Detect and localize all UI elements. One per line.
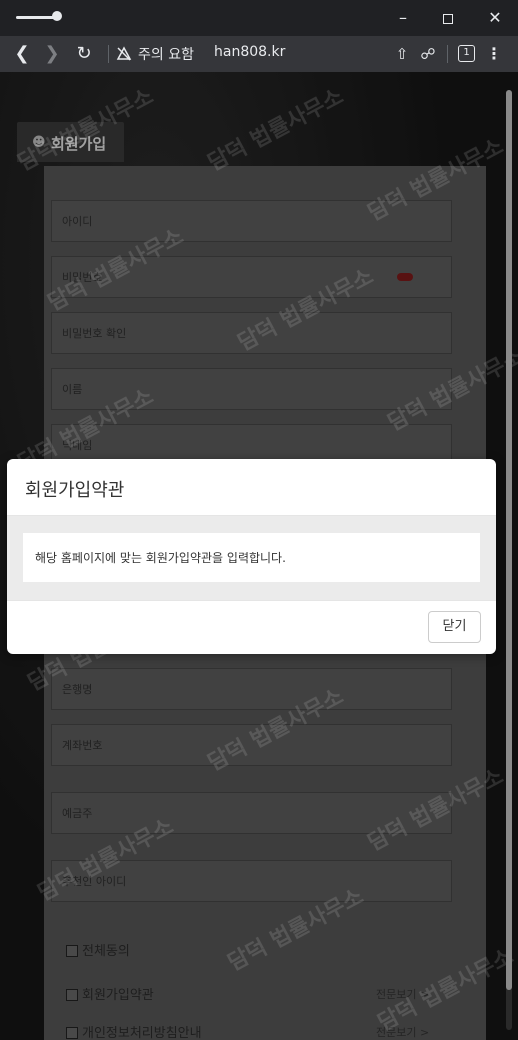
page-viewport: ☻ 회원가입 아이디 비밀번호 비밀번호 확인 이름 닉네임 은행명 계좌번호 … <box>0 72 518 1040</box>
window-title-bar: – ✕ <box>0 0 518 36</box>
security-warning-text[interactable]: 주의 요함 <box>138 44 194 64</box>
modal-title: 회원가입약관 <box>25 480 125 501</box>
terms-modal: 회원가입약관 해당 홈페이지에 맞는 회원가입약관을 입력합니다. 닫기 <box>7 459 496 654</box>
close-icon[interactable]: ✕ <box>480 6 510 30</box>
modal-body-box: 해당 홈페이지에 맞는 회원가입약관을 입력합니다. <box>23 533 480 582</box>
tabs-icon[interactable]: 1 <box>458 45 475 62</box>
page-scrollbar[interactable] <box>506 90 512 1030</box>
back-icon[interactable]: ❮ <box>10 42 34 66</box>
address-bar-url[interactable]: han808.kr <box>214 44 285 60</box>
address-separator <box>108 45 109 63</box>
scrollbar-thumb[interactable] <box>506 90 512 990</box>
forward-icon[interactable]: ❯ <box>40 42 64 66</box>
maximize-icon[interactable] <box>433 6 463 30</box>
modal-body-text: 해당 홈페이지에 맞는 회원가입약관을 입력합니다. <box>35 551 286 565</box>
modal-footer-divider <box>7 600 496 601</box>
minimize-icon[interactable]: – <box>388 6 418 30</box>
reload-icon[interactable]: ↻ <box>72 42 96 66</box>
zoom-slider-knob[interactable] <box>52 11 62 21</box>
not-secure-icon[interactable] <box>116 46 132 62</box>
modal-close-button[interactable]: 닫기 <box>428 611 481 643</box>
menu-icon[interactable]: ⋮ <box>482 42 506 66</box>
browser-toolbar: ❮ ❯ ↻ 주의 요함 han808.kr ⇧ ☍ 1 ⋮ <box>0 36 518 72</box>
share-icon[interactable]: ⇧ <box>390 42 414 66</box>
extension-icon[interactable]: ☍ <box>416 42 440 66</box>
toolbar-separator <box>447 45 448 63</box>
